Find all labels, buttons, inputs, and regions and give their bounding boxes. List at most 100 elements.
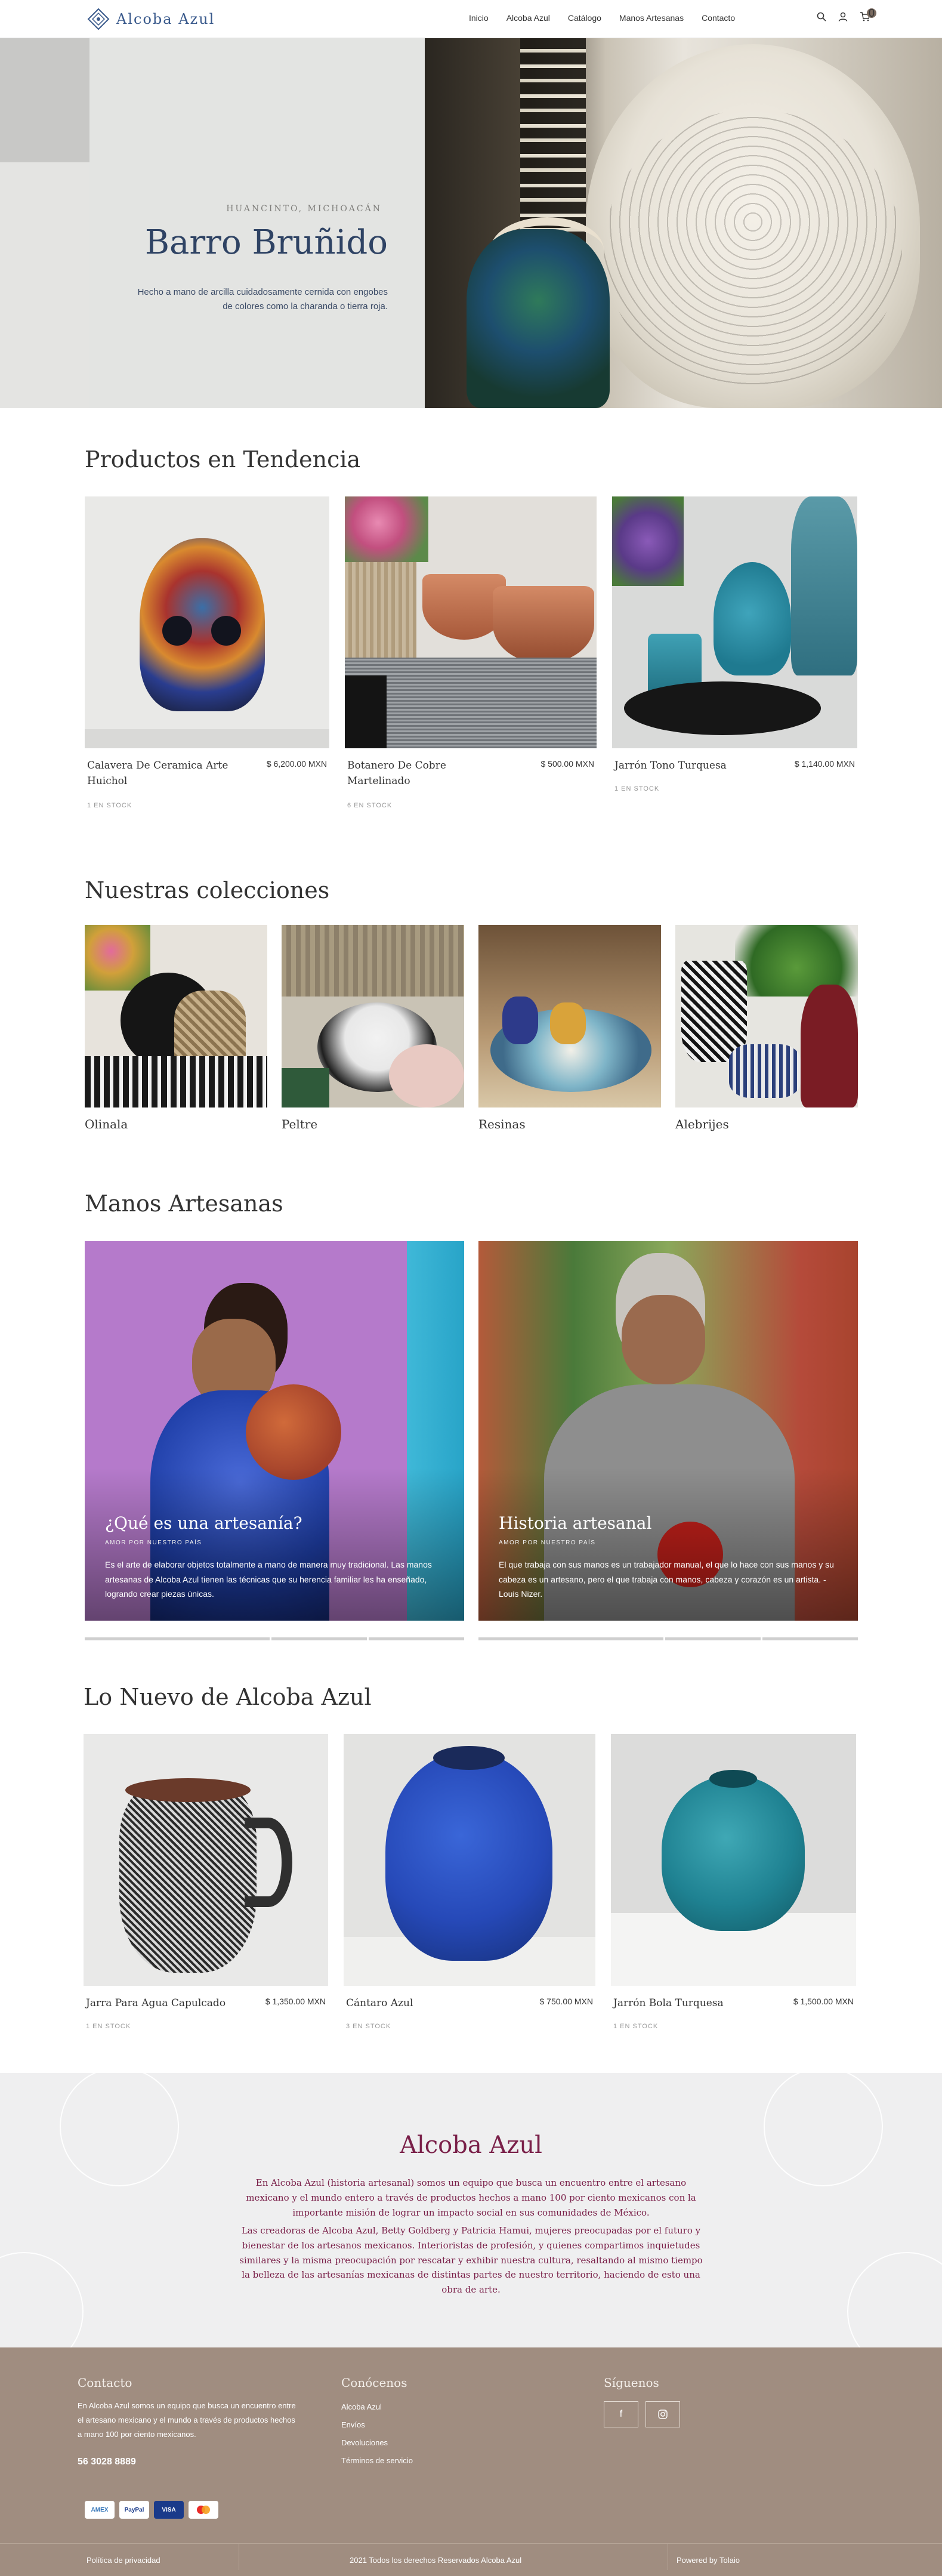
collection-image[interactable] bbox=[478, 925, 661, 1107]
collection-name[interactable]: Resinas bbox=[478, 1117, 661, 1131]
product-name[interactable]: Jarra Para Agua Capulcado bbox=[86, 1995, 241, 2011]
nav-catalogo[interactable]: Catálogo bbox=[568, 13, 601, 23]
paypal-payment-icon: PayPal bbox=[119, 2501, 149, 2519]
logo-mark-icon bbox=[87, 7, 110, 31]
nav-manos-artesanas[interactable]: Manos Artesanas bbox=[619, 13, 684, 23]
product-stock: 1 EN STOCK bbox=[614, 785, 660, 792]
product-price: $ 1,350.00 MXN bbox=[265, 1997, 326, 2006]
hero-slider: HUANCINTO, MICHOACÁN Barro Bruñido Hecho… bbox=[0, 38, 942, 408]
about-title: Alcoba Azul bbox=[400, 2131, 542, 2159]
product-stock: 6 EN STOCK bbox=[347, 802, 393, 809]
footer-know-title: Conócenos bbox=[341, 2376, 407, 2390]
footer-phone[interactable]: 56 3028 8889 bbox=[78, 2453, 136, 2471]
product-card[interactable]: Calavera De Ceramica Arte Huichol $ 6,20… bbox=[85, 496, 329, 809]
collection-image[interactable] bbox=[675, 925, 858, 1107]
collection-image[interactable] bbox=[282, 925, 464, 1107]
collection-card[interactable]: Alebrijes bbox=[675, 925, 858, 1131]
mastercard-icon bbox=[189, 2501, 218, 2519]
artisan-card[interactable]: Historia artesanal AMOR POR NUESTRO PAÍS… bbox=[478, 1241, 858, 1621]
hero-subtitle: HUANCINTO, MICHOACÁN bbox=[226, 204, 382, 214]
visa-payment-icon: VISA bbox=[154, 2501, 184, 2519]
artisan-card[interactable]: ¿Qué es una artesanía? AMOR POR NUESTRO … bbox=[85, 1241, 464, 1621]
decorative-flower-icon bbox=[60, 2073, 179, 2186]
collection-name[interactable]: Olinala bbox=[85, 1117, 267, 1131]
about-section: Alcoba Azul En Alcoba Azul (historia art… bbox=[0, 2073, 942, 2347]
hero-title: Barro Bruñido bbox=[144, 223, 388, 262]
collection-name[interactable]: Alebrijes bbox=[675, 1117, 858, 1131]
header-icons: 0 bbox=[817, 8, 876, 24]
artisan-card-text: Es el arte de elaborar objetos totalment… bbox=[105, 1560, 432, 1599]
artisan-card-text: El que trabaja con sus manos es un traba… bbox=[499, 1560, 834, 1599]
product-stock: 3 EN STOCK bbox=[346, 2023, 391, 2030]
powered-by-text: Powered by Tolaio bbox=[677, 2556, 740, 2565]
hero-left-strip bbox=[0, 38, 89, 408]
artisan-card-subtitle: AMOR POR NUESTRO PAÍS bbox=[499, 1540, 596, 1546]
product-image[interactable] bbox=[611, 1734, 856, 1986]
brand-logo[interactable]: Alcoba Azul bbox=[87, 5, 215, 33]
product-price: $ 1,140.00 MXN bbox=[794, 759, 855, 769]
footer-follow-title: Síguenos bbox=[604, 2376, 659, 2390]
collection-card[interactable]: Peltre bbox=[282, 925, 464, 1131]
product-card[interactable]: Cántaro Azul $ 750.00 MXN 3 EN STOCK bbox=[344, 1734, 595, 2030]
product-card[interactable]: Jarrón Bola Turquesa $ 1,500.00 MXN 1 EN… bbox=[611, 1734, 856, 2030]
footer-link-envios[interactable]: Envíos bbox=[341, 2420, 365, 2429]
nav-inicio[interactable]: Inicio bbox=[469, 13, 489, 23]
collection-name[interactable]: Peltre bbox=[282, 1117, 464, 1131]
collection-card[interactable]: Olinala bbox=[85, 925, 267, 1131]
artisan-progress-bars bbox=[478, 1637, 858, 1640]
site-footer bbox=[0, 2347, 942, 2576]
product-image[interactable] bbox=[85, 496, 329, 748]
nav-alcoba-azul[interactable]: Alcoba Azul bbox=[506, 13, 550, 23]
cart-icon[interactable]: 0 bbox=[860, 8, 876, 24]
privacy-link[interactable]: Política de privacidad bbox=[87, 2556, 160, 2565]
footer-contact-text: En Alcoba Azul somos un equipo que busca… bbox=[78, 2401, 296, 2439]
product-image[interactable] bbox=[344, 1734, 595, 1986]
product-price: $ 6,200.00 MXN bbox=[266, 759, 327, 769]
artisan-card-title[interactable]: Historia artesanal bbox=[499, 1513, 651, 1533]
new-items-title: Lo Nuevo de Alcoba Azul bbox=[84, 1684, 372, 1710]
product-name[interactable]: Cántaro Azul bbox=[346, 1995, 501, 2011]
hero-image bbox=[425, 38, 942, 408]
product-image[interactable] bbox=[612, 496, 857, 748]
artisans-title: Manos Artesanas bbox=[85, 1190, 283, 1217]
product-price: $ 750.00 MXN bbox=[539, 1997, 594, 2006]
footer-link-terminos[interactable]: Términos de servicio bbox=[341, 2456, 413, 2465]
product-name[interactable]: Jarrón Bola Turquesa bbox=[613, 1995, 768, 2011]
product-name[interactable]: Jarrón Tono Turquesa bbox=[614, 758, 770, 773]
cart-count-badge: 0 bbox=[867, 8, 876, 18]
decorative-flower-icon bbox=[0, 2252, 84, 2347]
about-paragraph: En Alcoba Azul (historia artesanal) somo… bbox=[246, 2177, 696, 2218]
footer-link-alcoba-azul[interactable]: Alcoba Azul bbox=[341, 2402, 382, 2411]
trending-title: Productos en Tendencia bbox=[85, 446, 361, 473]
search-icon[interactable] bbox=[817, 12, 826, 24]
user-icon[interactable] bbox=[838, 12, 848, 24]
artisan-progress-bars bbox=[85, 1637, 464, 1640]
nav-contacto[interactable]: Contacto bbox=[702, 13, 735, 23]
instagram-icon[interactable] bbox=[645, 2401, 680, 2427]
product-stock: 1 EN STOCK bbox=[86, 2023, 131, 2030]
amex-payment-icon: AMEX bbox=[85, 2501, 115, 2519]
main-nav: Inicio Alcoba Azul Catálogo Manos Artesa… bbox=[469, 13, 753, 23]
artisan-card-title[interactable]: ¿Qué es una artesanía? bbox=[105, 1513, 302, 1533]
footer-link-devoluciones[interactable]: Devoluciones bbox=[341, 2438, 388, 2447]
product-price: $ 500.00 MXN bbox=[541, 759, 595, 769]
product-image[interactable] bbox=[84, 1734, 328, 1986]
brand-name: Alcoba Azul bbox=[116, 11, 215, 27]
decorative-flower-icon bbox=[764, 2073, 883, 2186]
collection-image[interactable] bbox=[85, 925, 267, 1107]
product-name[interactable]: Calavera De Ceramica Arte Huichol bbox=[87, 758, 242, 789]
product-stock: 1 EN STOCK bbox=[87, 802, 132, 809]
product-card[interactable]: Jarra Para Agua Capulcado $ 1,350.00 MXN… bbox=[84, 1734, 328, 2030]
facebook-icon[interactable]: f bbox=[604, 2401, 638, 2427]
product-stock: 1 EN STOCK bbox=[613, 2023, 659, 2030]
product-image[interactable] bbox=[345, 496, 597, 748]
product-card[interactable]: Jarrón Tono Turquesa $ 1,140.00 MXN 1 EN… bbox=[612, 496, 857, 792]
footer-contact-title: Contacto bbox=[78, 2376, 132, 2390]
collection-card[interactable]: Resinas bbox=[478, 925, 661, 1131]
artisan-card-subtitle: AMOR POR NUESTRO PAÍS bbox=[105, 1540, 202, 1546]
product-card[interactable]: Botanero De Cobre Martelinado $ 500.00 M… bbox=[345, 496, 597, 809]
hero-description: Hecho a mano de arcilla cuidadosamente c… bbox=[137, 287, 388, 311]
product-price: $ 1,500.00 MXN bbox=[793, 1997, 854, 2006]
product-name[interactable]: Botanero De Cobre Martelinado bbox=[347, 758, 502, 789]
site-header: Alcoba Azul Inicio Alcoba Azul Catálogo … bbox=[0, 0, 942, 38]
